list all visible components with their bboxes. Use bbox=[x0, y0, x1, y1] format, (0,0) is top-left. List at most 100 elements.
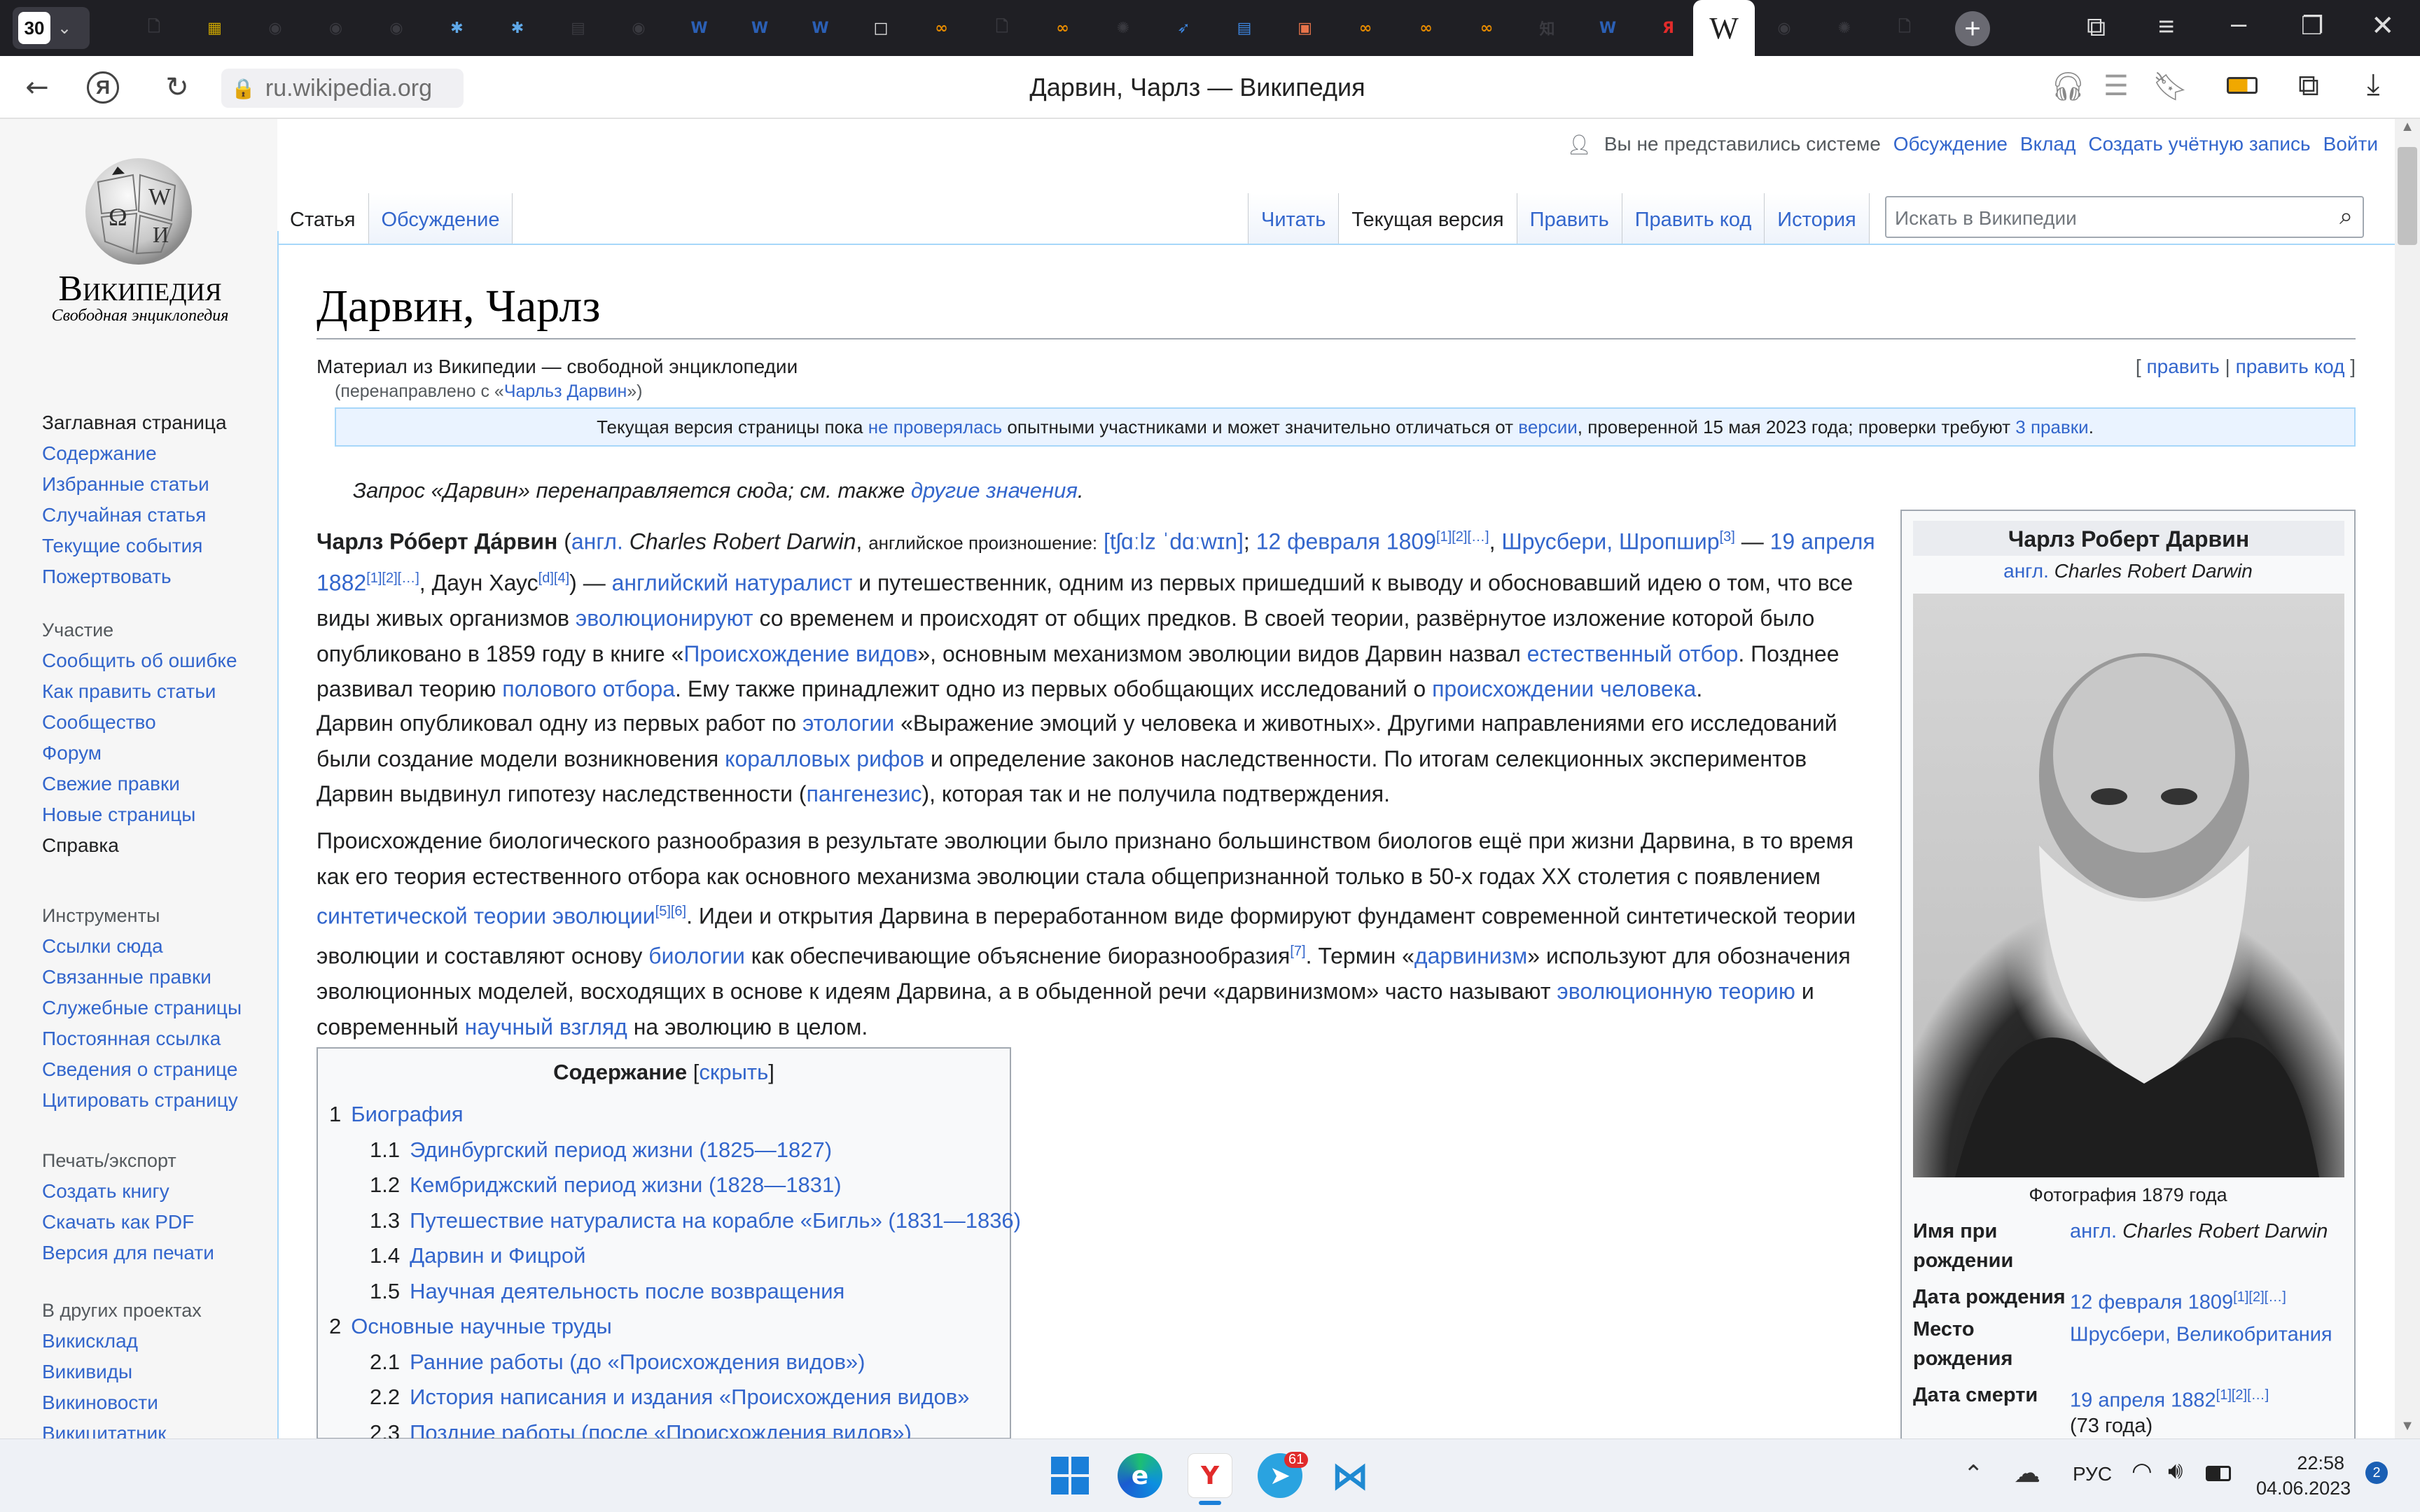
scientific-view-link[interactable]: научный взгляд bbox=[465, 1014, 627, 1040]
toc-item[interactable]: 2 Основные научные труды bbox=[329, 1314, 612, 1339]
coral-reefs-link[interactable]: коралловых рифов bbox=[725, 746, 924, 771]
human-origin-link[interactable]: происхождении человека bbox=[1432, 676, 1696, 701]
browser-tab[interactable]: 🗋 bbox=[126, 7, 182, 49]
contributions-link[interactable]: Вклад bbox=[2020, 133, 2076, 156]
synthetic-theory-link[interactable]: синтетической теории эволюции bbox=[317, 904, 655, 929]
browser-tab[interactable]: ∞ bbox=[914, 7, 970, 49]
hatnote-link[interactable]: другие значения bbox=[911, 478, 1078, 503]
notification-badge[interactable]: 2 bbox=[2365, 1462, 2388, 1484]
url-field[interactable]: 🔒 ru.wikipedia.org bbox=[221, 69, 464, 108]
yandex-browser-icon[interactable]: Y bbox=[1188, 1453, 1232, 1498]
browser-tab[interactable]: 知 bbox=[1520, 7, 1576, 49]
tab-current-version[interactable]: Текущая версия bbox=[1338, 193, 1517, 244]
tab-article[interactable]: Статья bbox=[277, 193, 368, 244]
sidebar-link[interactable]: Версия для печати bbox=[42, 1238, 214, 1268]
collections-icon[interactable]: ⧉ bbox=[2087, 13, 2106, 43]
clock[interactable]: 22:58 04.06.2023 bbox=[2256, 1450, 2351, 1501]
origin-of-species-link[interactable]: Происхождение видов bbox=[683, 641, 917, 666]
infobox-value-link[interactable]: англ. bbox=[2070, 1220, 2117, 1242]
login-link[interactable]: Войти bbox=[2323, 133, 2378, 156]
toc-item[interactable]: 1.5 Научная деятельность после возвращени… bbox=[370, 1279, 844, 1304]
toc-item[interactable]: 1 Биография bbox=[329, 1102, 464, 1127]
naturalist-link[interactable]: английский натуралист bbox=[612, 570, 853, 596]
sidebar-link[interactable]: Случайная статья bbox=[42, 500, 227, 531]
browser-tab[interactable]: ▤ bbox=[550, 7, 606, 49]
show-hidden-icons[interactable]: ⌃ bbox=[1963, 1460, 1984, 1488]
browser-tab[interactable]: ✱ bbox=[429, 7, 485, 49]
browser-tab[interactable]: W bbox=[732, 7, 788, 49]
reader-icon[interactable]: ☰ bbox=[2103, 70, 2129, 102]
toc-link[interactable]: Научная деятельность после возвращения bbox=[410, 1279, 844, 1303]
sidebar-link[interactable]: Скачать как PDF bbox=[42, 1207, 214, 1238]
browser-tab[interactable]: ∞ bbox=[1337, 7, 1393, 49]
toc-item[interactable]: 2.1 Ранние работы (до «Происхождения видо… bbox=[370, 1350, 865, 1375]
restore-icon[interactable]: ❐ bbox=[2301, 11, 2323, 41]
toc-link[interactable]: Биография bbox=[351, 1102, 463, 1126]
browser-tab[interactable]: ∞ bbox=[1398, 7, 1454, 49]
scroll-down-icon[interactable]: ▼ bbox=[2395, 1418, 2420, 1434]
headphones-icon[interactable]: 🎧︎ bbox=[2050, 70, 2086, 103]
downloads-icon[interactable]: ⤓ bbox=[2367, 67, 2380, 102]
sidebar-link[interactable]: Сообщество bbox=[42, 707, 237, 738]
bookmark-icon[interactable]: 🔖︎ bbox=[2153, 70, 2188, 103]
evolution-theory-link[interactable]: эволюционную теорию bbox=[1557, 979, 1795, 1004]
back-icon[interactable]: ← bbox=[18, 69, 56, 106]
browser-tab[interactable]: W bbox=[672, 7, 728, 49]
banner-version-link[interactable]: версии bbox=[1518, 416, 1578, 438]
darwinism-link[interactable]: дарвинизм bbox=[1414, 944, 1527, 969]
sidebar-link[interactable]: Новые страницы bbox=[42, 799, 237, 830]
birth-date-link[interactable]: 12 февраля 1809 bbox=[1256, 529, 1436, 554]
start-icon[interactable] bbox=[1048, 1453, 1092, 1498]
birth-place-link[interactable]: Шрусбери, Шропшир bbox=[1501, 529, 1719, 554]
browser-tab[interactable]: ◉ bbox=[611, 7, 667, 49]
infobox-value-link[interactable]: 19 апреля 1882 bbox=[2070, 1390, 2216, 1412]
browser-tab[interactable]: ✺ bbox=[1816, 7, 1872, 49]
tab-counter-button[interactable]: 30 ⌄ bbox=[13, 7, 90, 49]
sidebar-link[interactable]: Пожертвовать bbox=[42, 561, 227, 592]
natural-selection-link[interactable]: естественный отбор bbox=[1527, 641, 1739, 666]
toc-item[interactable]: 1.4 Дарвин и Фицрой bbox=[370, 1243, 585, 1268]
biology-link[interactable]: биологии bbox=[648, 944, 745, 969]
wikipedia-logo[interactable]: Ω W И Википедия Свободная энциклопедия bbox=[28, 147, 252, 371]
toc-link[interactable]: Путешествие натуралиста на корабле «Бигл… bbox=[410, 1208, 1021, 1233]
toc-link[interactable]: История написания и издания «Происхожден… bbox=[410, 1385, 969, 1409]
tab-discussion[interactable]: Обсуждение bbox=[368, 193, 513, 244]
sidebar-link[interactable]: Содержание bbox=[42, 438, 227, 469]
darwin-portrait[interactable] bbox=[1913, 594, 2344, 1177]
browser-tab[interactable]: ✱ bbox=[489, 7, 545, 49]
browser-tab[interactable]: ▣ bbox=[1277, 7, 1333, 49]
wifi-icon[interactable]: ◠ bbox=[2132, 1457, 2153, 1485]
toc-item[interactable]: 1.2 Кембриджский период жизни (1828—1831) bbox=[370, 1172, 842, 1198]
browser-tab[interactable]: ◉ bbox=[247, 7, 303, 49]
vscode-icon[interactable]: ⋈ bbox=[1328, 1453, 1372, 1498]
close-icon[interactable]: ✕ bbox=[2371, 10, 2395, 42]
toc-link[interactable]: Дарвин и Фицрой bbox=[410, 1243, 585, 1268]
sidebar-link[interactable]: Заглавная страница bbox=[42, 407, 227, 438]
toc-link[interactable]: Кембриджский период жизни (1828—1831) bbox=[410, 1172, 841, 1197]
browser-tab[interactable]: □ bbox=[853, 7, 909, 49]
pangenesis-link[interactable]: пангенезис bbox=[807, 781, 922, 806]
sidebar-link[interactable]: Сведения о странице bbox=[42, 1054, 242, 1085]
scroll-up-icon[interactable]: ▲ bbox=[2395, 119, 2420, 135]
language-indicator[interactable]: РУС bbox=[2073, 1463, 2112, 1485]
browser-tab[interactable]: ▤ bbox=[1216, 7, 1272, 49]
sexual-selection-link[interactable]: полового отбора bbox=[502, 676, 675, 701]
search-icon[interactable]: ⌕ bbox=[2339, 203, 2353, 230]
browser-tab[interactable]: 🗋 bbox=[974, 7, 1030, 49]
menu-icon[interactable]: ≡ bbox=[2158, 11, 2174, 43]
tab-edit[interactable]: Править bbox=[1516, 193, 1622, 244]
browser-tab[interactable]: ◉ bbox=[1756, 7, 1812, 49]
banner-unreviewed-link[interactable]: не проверялась bbox=[868, 416, 1002, 438]
talk-link[interactable]: Обсуждение bbox=[1893, 133, 2008, 156]
ipa-link[interactable]: [tʃɑːlz ˈdɑːwɪn] bbox=[1104, 529, 1244, 554]
sidebar-link[interactable]: Викиновости bbox=[42, 1387, 202, 1418]
reload-icon[interactable]: ↻ bbox=[158, 69, 196, 106]
browser-tab[interactable]: W bbox=[1580, 7, 1636, 49]
volume-icon[interactable]: 🔊︎ bbox=[2168, 1457, 2183, 1485]
sidebar-link[interactable]: Сообщить об ошибке bbox=[42, 645, 237, 676]
sidebar-link[interactable]: Справка bbox=[42, 830, 237, 861]
browser-tab[interactable]: ◉ bbox=[308, 7, 364, 49]
yandex-logo-icon[interactable]: Я bbox=[87, 71, 119, 104]
browser-tab[interactable]: ▦ bbox=[187, 7, 243, 49]
evolve-link[interactable]: эволюционируют bbox=[576, 606, 753, 631]
